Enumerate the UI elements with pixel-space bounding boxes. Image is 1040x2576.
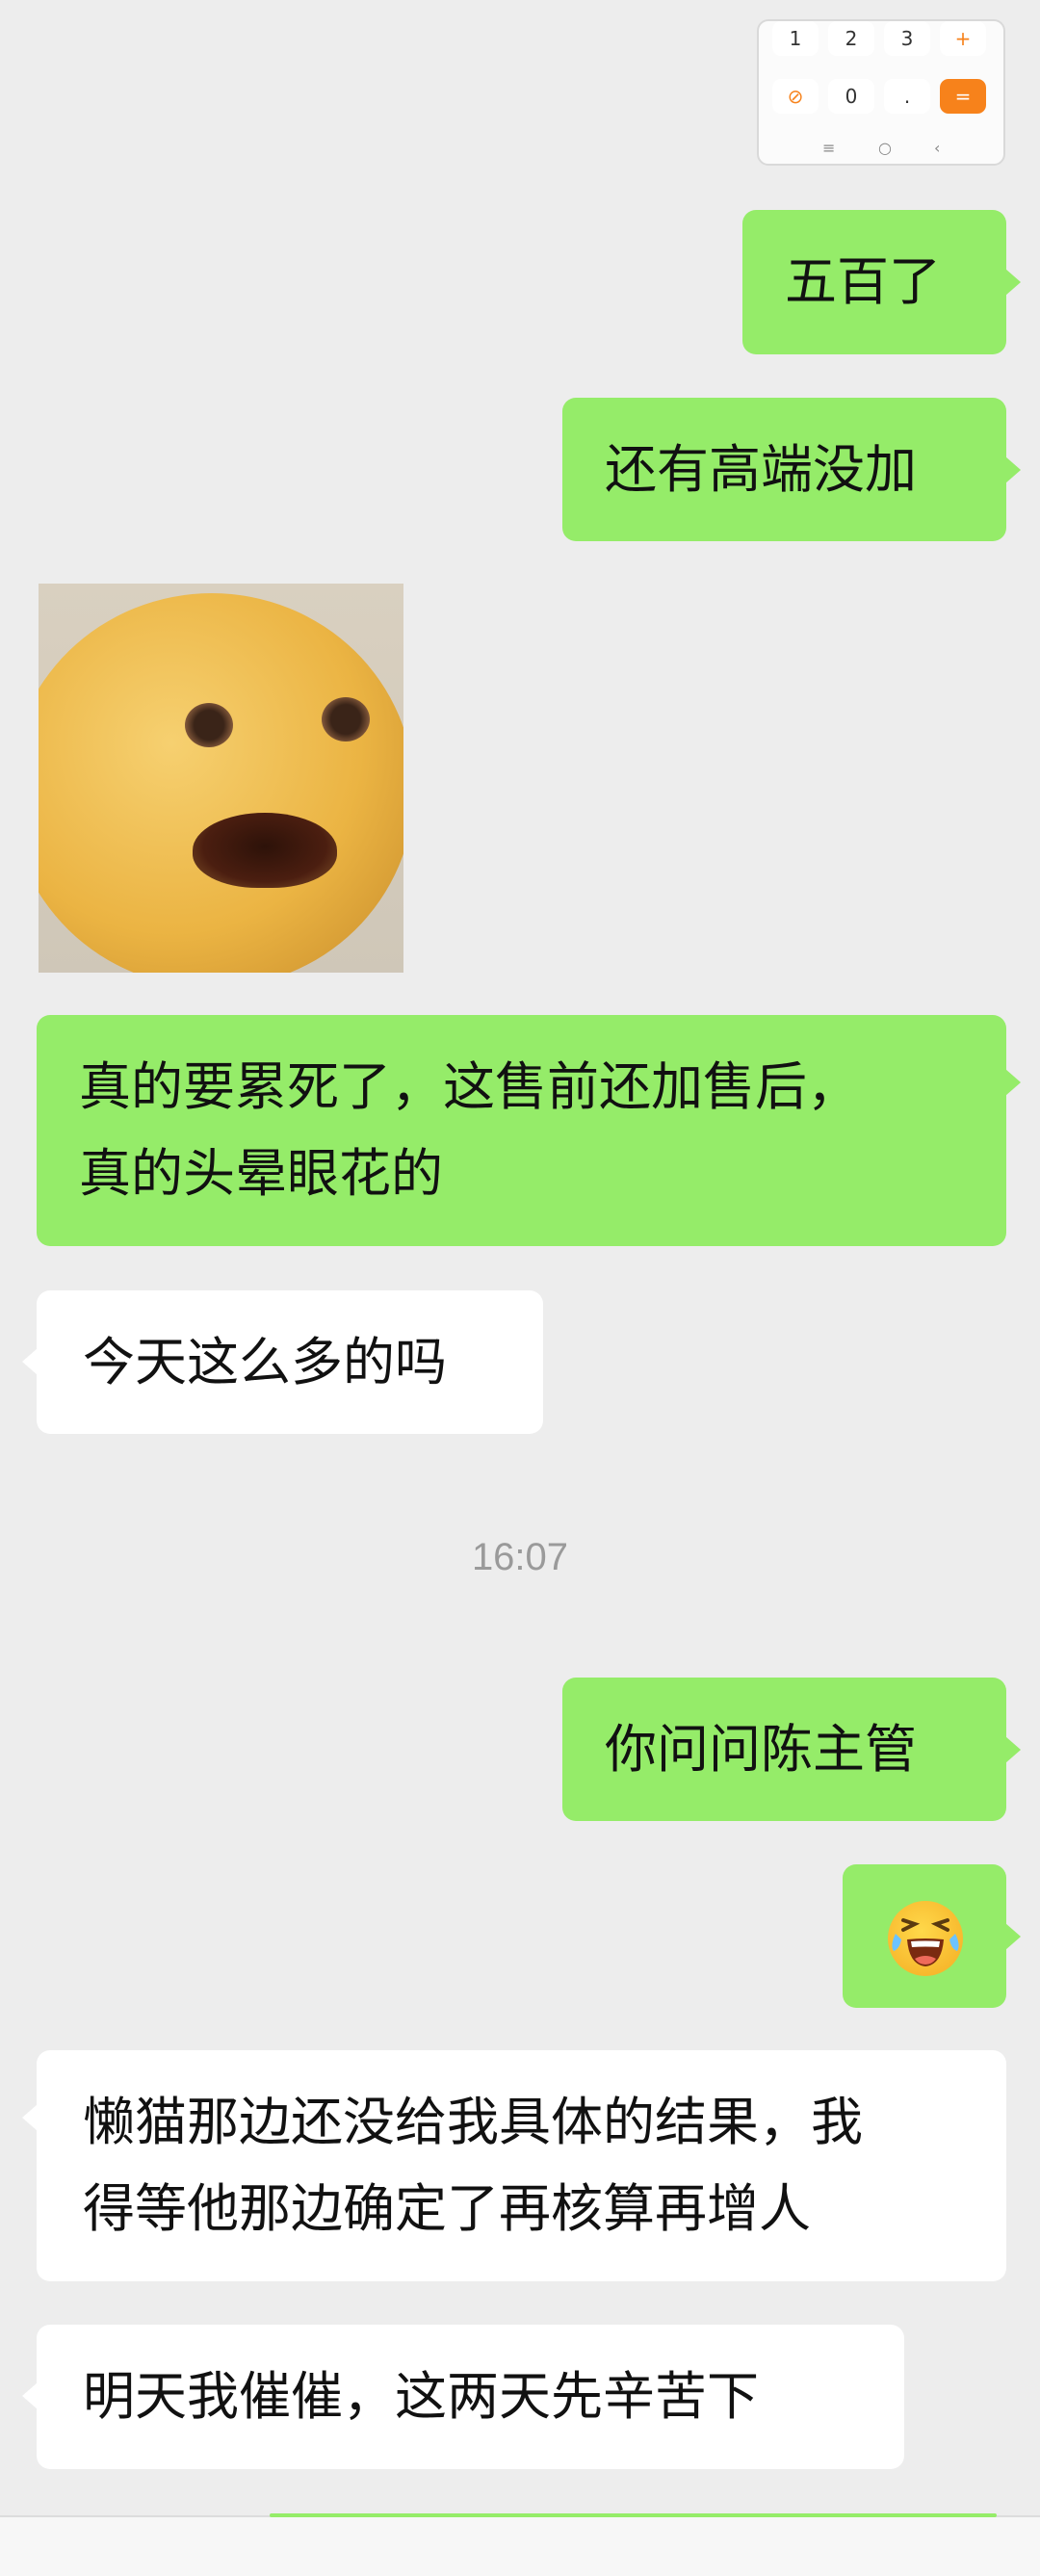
message-text: 你问问陈主管 — [605, 1719, 917, 1780]
bubble-tail — [1005, 1069, 1021, 1096]
received-message-bubble[interactable]: 明天我催催，这两天先辛苦下 — [22, 2325, 904, 2469]
laughing-crying-emoji-icon — [888, 1901, 963, 1976]
bubble-tail — [1005, 456, 1021, 483]
received-message-bubble[interactable]: 今天这么多的吗 — [22, 1290, 543, 1434]
bubble-tail — [22, 2104, 38, 2131]
message-text: 今天这么多的吗 — [83, 1332, 447, 1392]
sent-message-bubble[interactable]: 五百了 — [742, 210, 1021, 354]
lemon-face-sticker[interactable] — [39, 584, 403, 973]
bubble-tail — [22, 1348, 38, 1375]
sticker-mouth — [193, 813, 337, 888]
chat-timestamp: 16:07 — [471, 1536, 569, 1578]
sent-message-bubble[interactable]: 你问问陈主管 — [562, 1678, 1021, 1821]
message-text: 还有高端没加 — [605, 439, 917, 500]
calc-key-0: 0 — [828, 79, 874, 114]
nav-back-icon: ‹ — [934, 139, 941, 157]
calc-key-equals: = — [940, 79, 986, 114]
received-message-bubble[interactable]: 懒猫那边还没给我具体的结果，我 得等他那边确定了再核算再增人 — [22, 2050, 1006, 2281]
lemon-shape — [39, 593, 403, 973]
calc-key-dot: . — [884, 79, 930, 114]
sent-message-bubble[interactable]: 还有高端没加 — [562, 398, 1021, 541]
calculator-screenshot-thumbnail[interactable]: 1 2 3 + ⊘ 0 . = ≡ ○ ‹ — [757, 19, 1005, 166]
calc-key-3: 3 — [884, 21, 930, 56]
bubble-tail — [22, 2382, 38, 2409]
bubble-tail — [1005, 1736, 1021, 1763]
message-text-line: 真的要累死了，这售前还加售后， — [79, 1056, 859, 1117]
sticker-right-eye — [322, 697, 370, 742]
calc-key-2: 2 — [828, 21, 874, 56]
message-text-line: 得等他那边确定了再核算再增人 — [83, 2178, 811, 2239]
message-text: 五百了 — [785, 251, 941, 312]
bubble-tail — [1005, 269, 1021, 296]
calc-key-1: 1 — [772, 21, 819, 56]
calc-key-percent-icon: ⊘ — [772, 79, 819, 114]
calc-key-plus: + — [940, 21, 986, 56]
message-text-line: 真的头晕眼花的 — [79, 1143, 443, 1204]
message-text: 明天我催催，这两天先辛苦下 — [83, 2366, 759, 2427]
bubble-tail — [1005, 1923, 1021, 1950]
sticker-left-eye — [185, 703, 233, 747]
chat-input-bar[interactable] — [0, 2513, 1040, 2576]
message-text-line: 懒猫那边还没给我具体的结果，我 — [83, 2092, 863, 2152]
sent-message-bubble[interactable]: 真的要累死了，这售前还加售后， 真的头晕眼花的 — [37, 1015, 1021, 1246]
nav-menu-icon: ≡ — [822, 139, 836, 157]
partial-bubble-edge — [270, 2513, 997, 2517]
nav-home-icon: ○ — [878, 139, 892, 157]
